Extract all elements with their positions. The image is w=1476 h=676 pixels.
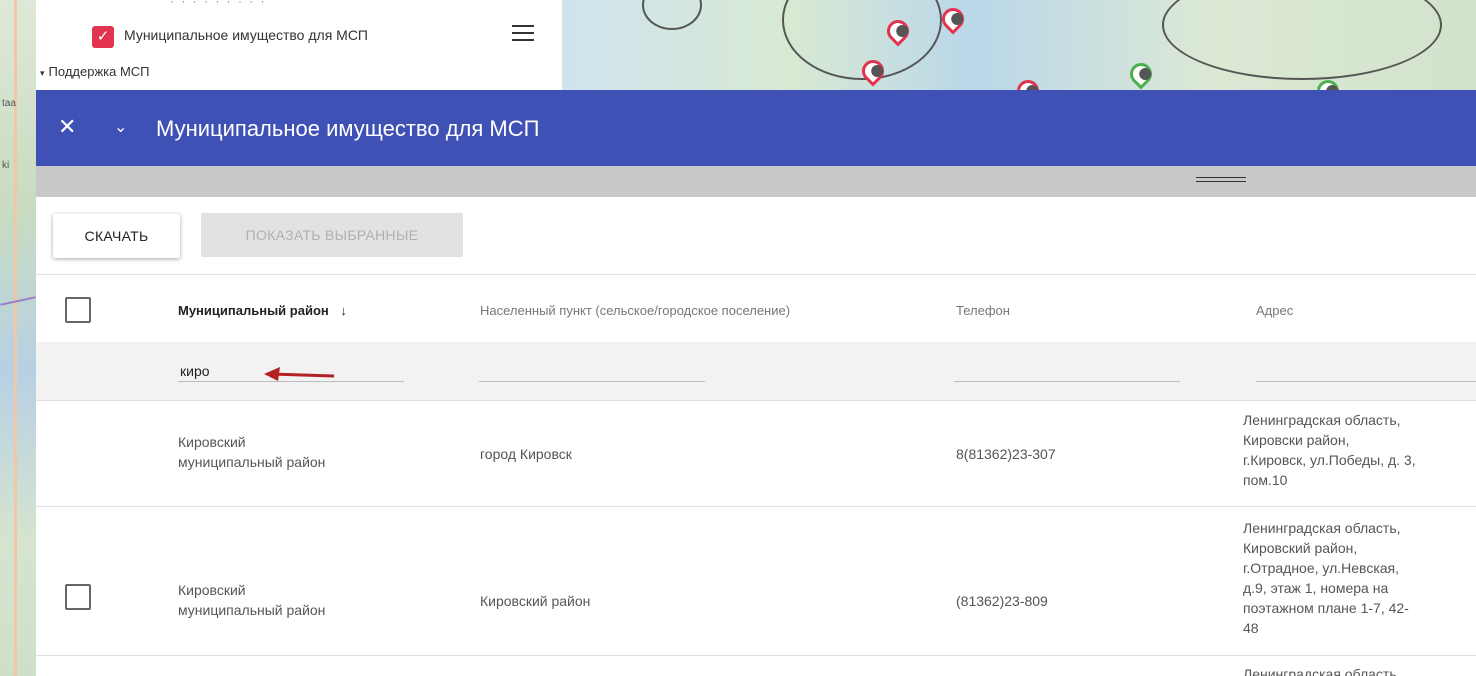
cell-district: Кировский муниципальный район xyxy=(178,434,326,470)
dialog-title: Муниципальное имущество для МСП xyxy=(156,116,540,141)
map-coastline xyxy=(1162,0,1442,80)
layer-panel: · · · · · · · · · ✓ Муниципальное имущес… xyxy=(36,0,562,90)
resize-bar[interactable] xyxy=(36,166,1476,197)
column-header-settlement[interactable]: Населенный пункт (сельское/городское пос… xyxy=(480,303,790,318)
chevron-down-icon[interactable]: ⌄ xyxy=(114,116,127,140)
settlement-filter-input[interactable] xyxy=(479,381,705,382)
map-marker-pin-icon[interactable] xyxy=(1012,75,1044,90)
dialog-header: ✕ ⌄ Муниципальное имущество для МСП xyxy=(36,90,1476,166)
address-filter-input[interactable] xyxy=(1256,381,1476,382)
column-header-address[interactable]: Адрес xyxy=(1256,303,1293,318)
map-label: taa xyxy=(2,98,16,109)
map-coastline xyxy=(642,0,702,30)
hamburger-menu-icon[interactable] xyxy=(512,25,534,45)
table-divider xyxy=(36,506,1476,507)
filter-row xyxy=(36,342,1476,400)
cell-phone: 8(81362)23-307 xyxy=(956,446,1056,462)
table-divider xyxy=(36,400,1476,401)
drag-handle-icon[interactable] xyxy=(1196,177,1246,182)
close-icon[interactable]: ✕ xyxy=(58,114,76,140)
layer-group-toggle[interactable]: ▾ Поддержка МСП xyxy=(40,64,150,79)
map-boundary-line xyxy=(0,296,36,306)
row-checkbox[interactable] xyxy=(65,584,91,610)
column-header-district[interactable]: Муниципальный район ↓ xyxy=(178,303,347,318)
district-filter-input[interactable]: киро xyxy=(180,363,210,379)
download-button[interactable]: СКАЧАТЬ xyxy=(53,214,180,258)
caret-down-icon: ▾ xyxy=(40,68,45,78)
map-marker-pin-icon[interactable] xyxy=(1125,58,1157,90)
cell-address: Ленинградская область, Кировский район, г… xyxy=(1243,520,1409,636)
map-view[interactable] xyxy=(562,0,1476,90)
layer-group-label: Поддержка МСП xyxy=(48,64,150,79)
layer-checkbox-checked[interactable]: ✓ xyxy=(92,26,114,48)
phone-filter-input[interactable] xyxy=(954,381,1180,382)
map-marker-pin-icon[interactable] xyxy=(937,3,969,35)
map-label: ki xyxy=(2,160,10,171)
cell-settlement: город Кировск xyxy=(480,446,572,462)
check-icon: ✓ xyxy=(96,28,110,45)
select-all-checkbox[interactable] xyxy=(65,297,91,323)
table-divider xyxy=(36,655,1476,656)
cell-address: Ленинградская область, Кировски район, г.… xyxy=(1243,412,1416,488)
column-header-phone[interactable]: Телефон xyxy=(956,303,1010,318)
map-left-strip: taa ki xyxy=(0,0,36,676)
cell-phone: (81362)23-809 xyxy=(956,593,1048,609)
cell-settlement: Кировский район xyxy=(480,593,591,609)
column-header-label: Муниципальный район xyxy=(178,303,329,318)
annotation-arrow-icon xyxy=(264,367,335,381)
table-divider xyxy=(36,274,1476,275)
sort-arrow-down-icon: ↓ xyxy=(340,303,347,318)
show-selected-button[interactable]: ПОКАЗАТЬ ВЫБРАННЫЕ xyxy=(201,213,463,257)
layer-panel-cut-text: · · · · · · · · · xyxy=(170,0,267,8)
cell-district: Кировский муниципальный район xyxy=(178,582,326,618)
cell-address: Ленинградская область xyxy=(1243,666,1397,676)
layer-label[interactable]: Муниципальное имущество для МСП xyxy=(124,27,368,43)
